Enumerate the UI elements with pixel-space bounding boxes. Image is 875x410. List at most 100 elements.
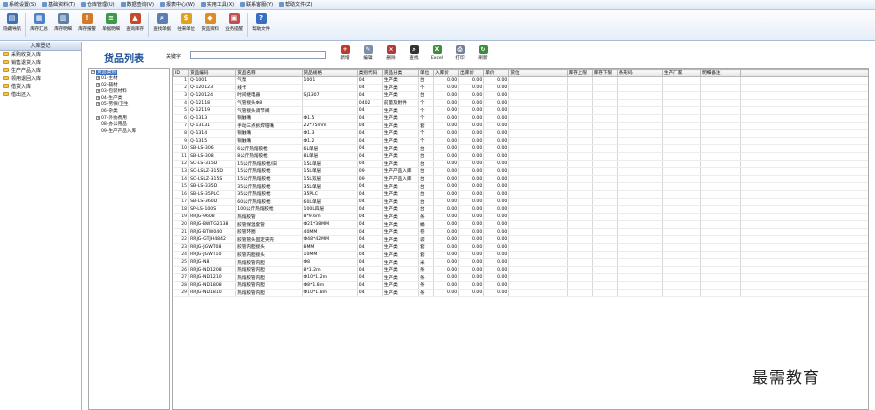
table-row[interactable]: 19 RRJG-9608 热熔胶管 8*9.6m 04 生产类条 0.00 0.00 0.00 <box>173 213 868 222</box>
table-row[interactable]: 13 SC-LSLZ-315D 15公斤热熔胶枪 15L单层 09 生产产品入库台 0.00… <box>173 167 868 176</box>
table-cell: 0.00 <box>433 160 460 169</box>
find-button[interactable]: ⌕ 查找 <box>403 44 425 66</box>
refresh-button[interactable]: ↻ 刷新 <box>472 44 494 66</box>
table-row[interactable]: 6 Q-1313 铜触嘴 Φ1.5 04 生产类个 0.00 0.00 0.00 <box>173 114 868 123</box>
column-header[interactable]: ID <box>173 69 190 77</box>
expand-icon[interactable]: + <box>96 89 100 94</box>
column-header[interactable]: 库存上限 <box>566 69 593 77</box>
menu-item[interactable]: 基础资料(T) <box>39 0 78 9</box>
column-header[interactable]: 明细备注 <box>700 69 742 77</box>
nav-item[interactable]: 销售退货入库 <box>0 59 81 67</box>
nav-item[interactable]: 生产产品入库 <box>0 67 81 75</box>
nav-item[interactable]: 借货入库 <box>0 83 81 91</box>
column-header[interactable]: 货品编码 <box>188 69 237 77</box>
table-row[interactable]: 11 SB-LS-308 8公斤热熔胶枪 8L单层 04 生产类台 0.00 0.00 0.00 <box>173 152 868 161</box>
menu-item[interactable]: 仓库管理(U) <box>78 0 118 9</box>
column-header[interactable]: 货品规格 <box>301 69 358 77</box>
excel-button[interactable]: X Excel <box>426 44 448 66</box>
toolbar-button[interactable]: ▤ 隐藏导航 <box>0 11 24 40</box>
table-row[interactable]: 18 SP-LS-100S 100公斤热熔胶枪 100L四层 04 生产类台 0.00 0.0… <box>173 205 868 214</box>
edit-button[interactable]: ✎ 编辑 <box>357 44 379 66</box>
add-button[interactable]: + 新增 <box>334 44 356 66</box>
nav-header[interactable]: 入库登记 <box>0 42 81 51</box>
expand-icon[interactable]: + <box>96 102 100 107</box>
column-header[interactable]: 条形码 <box>616 69 663 77</box>
toolbar-button[interactable]: ? 帮助文件 <box>249 11 273 40</box>
nav-item[interactable]: 领用退回入库 <box>0 75 81 83</box>
menu-item[interactable]: 实用工具(X) <box>198 0 237 9</box>
tree-item[interactable]: 06-杂类 <box>89 109 169 116</box>
table-row[interactable]: 1 Q-1001 气泵 1001 04 生产类台 0.00 0.00 0.00 <box>173 76 868 85</box>
table-row[interactable]: 5 Q-12119 气管接头调节阀 04 生产类个 0.00 0.00 0.00 <box>173 106 868 115</box>
table-row[interactable]: 24 RRJG-JGWT10 胶管内胆接头 10MM 04 生产类套 0.00 0.00 0.0… <box>173 251 868 260</box>
table-row[interactable]: 9 Q-1315 铜触嘴 Φ1.2 04 生产类个 0.00 0.00 0.00 <box>173 137 868 146</box>
table-row[interactable]: 12 SC-LS-315D 15公斤热熔胶枪/旧 15L单层 04 生产类台 0.00 0.0… <box>173 160 868 169</box>
menu-item[interactable]: 数据查询(V) <box>118 0 157 9</box>
collapse-icon[interactable]: − <box>91 70 95 74</box>
table-row[interactable]: 26 RRJG-ND1208 热熔胶管内胆 8*1.2m 04 生产类条 0.00 0.00 0… <box>173 266 868 275</box>
expand-icon[interactable]: + <box>96 95 100 100</box>
column-header[interactable]: 库存下限 <box>591 69 618 77</box>
nav-item[interactable]: 借出还入 <box>0 91 81 99</box>
keyword-search-input[interactable] <box>190 51 326 59</box>
column-header[interactable]: 入库价 <box>433 69 460 77</box>
table-row[interactable]: 23 RRJG-JGWT08 胶管内胆接头 8MM 04 生产类套 0.00 0.00 0.00 <box>173 243 868 252</box>
table-cell: SC-LS-315D <box>188 160 237 169</box>
expand-icon[interactable]: + <box>96 115 100 120</box>
table-row[interactable]: 17 SB-LS-360D 60公斤热熔胶枪 60L单层 04 生产类台 0.00 0.00 0… <box>173 198 868 207</box>
menu-item[interactable]: 系统设置(S) <box>0 0 39 9</box>
tree-root[interactable]: − 货品类别 <box>89 69 169 76</box>
table-row[interactable]: 20 RRJG-BWTG2138 胶管保温套管 Φ21*38MM 04 生产类桶 0.00 0… <box>173 220 868 229</box>
toolbar-button[interactable]: $ 往来单位 <box>174 11 198 40</box>
tree-item[interactable]: +05-劳保/卫生 <box>89 102 169 109</box>
nav-item[interactable]: 采购收货入库 <box>0 51 81 59</box>
toolbar-button[interactable]: ▣ 业务提醒 <box>222 11 246 40</box>
table-row[interactable]: 3 Q-120124 时间继电器 SJ1307 04 生产类台 0.00 0.00 0.00 <box>173 91 868 100</box>
column-header[interactable]: 货品名称 <box>235 69 303 77</box>
toolbar-button[interactable]: ≡ 单据明细 <box>99 11 123 40</box>
tree-item[interactable]: +01-主材 <box>89 76 169 83</box>
table-cell <box>508 106 568 115</box>
tree-item[interactable]: +03-包装材料 <box>89 89 169 96</box>
table-row[interactable]: 16 SB-LS-35PLC 35公斤热熔胶枪 35PLC 04 生产类台 0.00 0.00… <box>173 190 868 199</box>
expand-icon[interactable]: + <box>96 82 100 87</box>
toolbar-button[interactable]: ▥ 库存明细 <box>51 11 75 40</box>
hide-nav-icon: ▤ <box>6 13 18 24</box>
table-row[interactable]: 8 Q-1314 铜触嘴 Φ1.3 04 生产类个 0.00 0.00 0.00 <box>173 129 868 138</box>
table-row[interactable]: 25 RRJG-N8 热熔胶管内胆 Φ8 04 生产类米 0.00 0.00 0.00 <box>173 258 868 267</box>
toolbar-button[interactable]: ⌕ 查找单据 <box>150 11 174 40</box>
table-row[interactable]: 2 Q-120123 线卡 04 生产类个 0.00 0.00 0.00 <box>173 84 868 93</box>
table-row[interactable]: 10 SB-LS-306 6公斤热熔胶枪 6L单层 04 生产类台 0.00 0.00 0.00 <box>173 144 868 153</box>
tree-item[interactable]: 09-生产产品入库 <box>89 129 169 136</box>
table-row[interactable]: 28 RRJG-ND1808 热熔胶管内胆 Φ8*1.8m 04 生产类条 0.00 0.00… <box>173 281 868 290</box>
table-row[interactable]: 29 RRJG-ND1810 热熔胶管内胆 Φ10*1.8m 04 生产类条 0.00 0.0… <box>173 289 868 298</box>
column-header[interactable]: 出库价 <box>458 69 485 77</box>
menu-item[interactable]: 联系客服(Y) <box>237 0 276 9</box>
table-row[interactable]: 7 Q-13131 手动三点拆焊钳嘴 22*75mm 04 生产类套 0.00 0.00 0.0… <box>173 122 868 131</box>
toolbar-button[interactable]: ▦ 库存汇总 <box>27 11 51 40</box>
menu-item[interactable]: 报表中心(W) <box>157 0 198 9</box>
toolbar-button[interactable]: ! 库存报警 <box>75 11 99 40</box>
table-row[interactable]: 14 SC-LSLZ-315S 15公斤热熔胶枪 15L双层 09 生产产品入库台 0.00… <box>173 175 868 184</box>
column-header[interactable]: 货品分类 <box>381 69 420 77</box>
table-cell <box>508 114 568 123</box>
expand-icon[interactable]: + <box>96 76 100 80</box>
table-row[interactable]: 4 Q-12118 气管接头Φ8 0402 前量及附件个 0.00 0.00 0.00 <box>173 99 868 108</box>
table-row[interactable]: 15 SB-LS-335D 35公斤热熔胶枪 35L单层 04 生产类台 0.00 0.00 0… <box>173 182 868 191</box>
toolbar-button[interactable]: ▲ 查询库存 <box>123 11 147 40</box>
menu-item[interactable]: 帮助文件(Z) <box>276 0 315 9</box>
column-header[interactable]: 生产厂家 <box>661 69 702 77</box>
toolbar-button[interactable]: ◆ 货品资料 <box>198 11 222 40</box>
tree-item[interactable]: 08-办公用品 <box>89 122 169 129</box>
table-cell: 0.00 <box>458 91 485 100</box>
column-header[interactable]: 单价 <box>483 69 510 77</box>
table-row[interactable]: 21 RRJG-BTW040 胶管环圈 40MM 04 生产类卷 0.00 0.00 0.00 <box>173 228 868 237</box>
column-header[interactable]: 类别代码 <box>356 69 383 77</box>
report-icon <box>159 2 165 7</box>
column-header[interactable]: 单位 <box>418 69 435 77</box>
table-row[interactable]: 27 RRJG-ND1210 热熔胶管内胆 Φ10*1.2m 04 生产类条 0.00 0.0… <box>173 273 868 283</box>
delete-button[interactable]: × 删除 <box>380 44 402 66</box>
column-header[interactable]: 货位 <box>508 69 568 77</box>
table-row[interactable]: 22 RRJG-GTJH4842 胶管管头固定夹壳 Φ48*42MM 04 生产类袋 0.0… <box>173 235 868 245</box>
print-button[interactable]: ⎙ 打印 <box>449 44 471 66</box>
